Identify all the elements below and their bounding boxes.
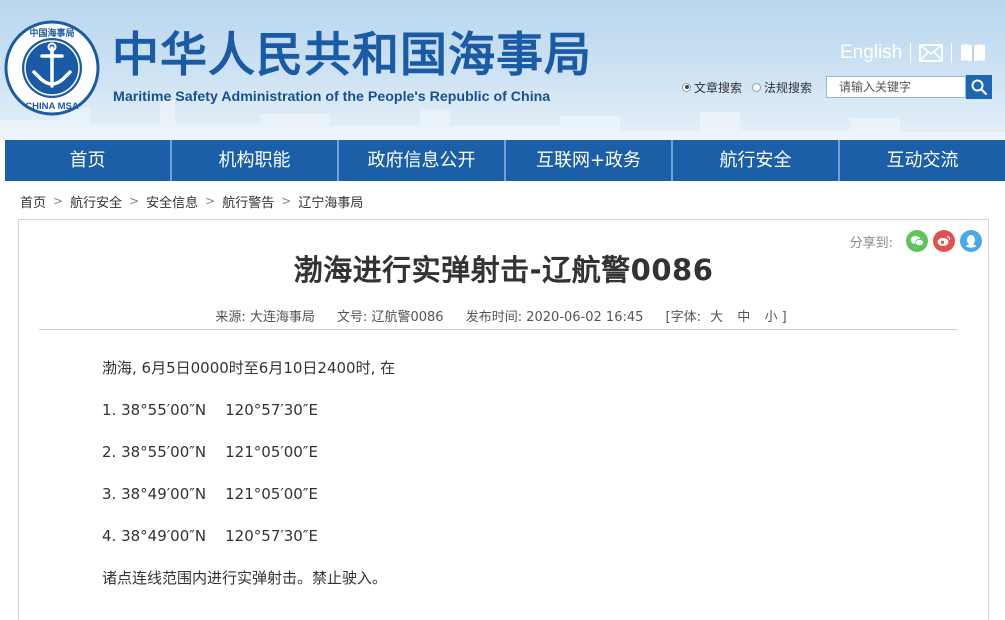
radio-article-search[interactable]: 文章搜索 — [682, 79, 742, 96]
article-paragraph: 2. 38°55′00″N 121°05′00″E — [102, 443, 318, 461]
logo-en-text: CHINA MSA — [25, 101, 79, 112]
radio-article-label: 文章搜索 — [694, 80, 743, 95]
msa-logo[interactable]: 中国海事局 CHINA MSA — [4, 20, 100, 116]
chevron-right-icon: > — [281, 194, 292, 208]
search-icon — [971, 79, 988, 95]
breadcrumb-navigation-safety[interactable]: 航行安全 — [70, 192, 122, 211]
article-publish-time: 发布时间: 2020-06-02 16:45 — [465, 310, 644, 325]
logo-cn-text: 中国海事局 — [29, 27, 74, 39]
search-input[interactable] — [826, 76, 967, 98]
nav-item-gov-info[interactable]: 政府信息公开 — [339, 140, 506, 181]
article-body: 渤海, 6月5日0000时至6月10日2400时, 在 1. 38°55′00″… — [102, 357, 395, 609]
search-button[interactable] — [966, 75, 993, 99]
article-paragraph: 1. 38°55′00″N 120°57′30″E — [102, 401, 318, 419]
radio-dot — [752, 82, 762, 92]
chevron-right-icon: > — [53, 194, 64, 208]
font-size-label: [字体: — [665, 310, 701, 325]
article-paragraph: 渤海, 6月5日0000时至6月10日2400时, 在 — [102, 359, 396, 377]
article-doc-no: 文号: 辽航警0086 — [336, 310, 444, 325]
nav-item-interaction[interactable]: 互动交流 — [840, 140, 1005, 181]
radio-law-label: 法规搜索 — [764, 80, 813, 95]
radio-dot — [682, 82, 691, 92]
article-panel: 分享到: 渤海进行实弹射击-辽航警0086 来源: 大连海事局 文号: 辽航警0… — [18, 219, 989, 620]
english-link[interactable]: English — [840, 42, 902, 64]
main-nav: 首页 机构职能 政府信息公开 互联网+政务 航行安全 互动交流 — [5, 140, 1005, 181]
radio-law-search[interactable]: 法规搜索 — [752, 79, 812, 96]
divider — [951, 43, 953, 63]
font-size-medium-button[interactable]: 中 — [737, 310, 750, 325]
site-title: 中华人民共和国海事局 — [112, 28, 592, 83]
breadcrumb-safety-info[interactable]: 安全信息 — [146, 192, 198, 211]
article-paragraph: 3. 38°49′00″N 121°05′00″E — [102, 485, 318, 503]
mail-icon[interactable] — [919, 44, 944, 62]
site-subtitle: Maritime Safety Administration of the Pe… — [113, 89, 551, 105]
nav-item-internet-gov[interactable]: 互联网+政务 — [506, 140, 673, 181]
top-links: English — [840, 40, 986, 66]
font-size-large-button[interactable]: 大 — [710, 310, 723, 325]
chevron-right-icon: > — [205, 194, 216, 208]
article-paragraph: 诸点连线范围内进行实弹射击。禁止驶入。 — [102, 569, 388, 587]
nav-item-functions[interactable]: 机构职能 — [172, 140, 339, 181]
chevron-right-icon: > — [129, 194, 140, 208]
article-source: 来源: 大连海事局 — [215, 310, 315, 325]
site-header: 中国海事局 CHINA MSA 中华人民共和国海事局 Maritime Safe… — [0, 0, 1005, 140]
nav-item-home[interactable]: 首页 — [5, 140, 172, 181]
divider — [910, 43, 912, 63]
divider — [39, 329, 958, 330]
breadcrumb: 首页 > 航行安全 > 安全信息 > 航行警告 > 辽宁海事局 — [20, 192, 363, 211]
breadcrumb-home[interactable]: 首页 — [20, 192, 46, 211]
article-title: 渤海进行实弹射击-辽航警0086 — [293, 253, 714, 287]
article-meta: 来源: 大连海事局 文号: 辽航警0086 发布时间: 2020-06-02 1… — [19, 306, 988, 325]
book-icon[interactable] — [960, 43, 986, 63]
breadcrumb-liaoning-msa[interactable]: 辽宁海事局 — [298, 192, 363, 211]
search-area: 文章搜索 法规搜索 — [682, 75, 993, 99]
breadcrumb-warnings[interactable]: 航行警告 — [222, 192, 274, 211]
font-size-control: [字体: 大 中 小 ] — [666, 310, 792, 325]
font-size-small-button[interactable]: 小 ] — [764, 310, 786, 325]
nav-item-navigation-safety[interactable]: 航行安全 — [673, 140, 840, 181]
article-paragraph: 4. 38°49′00″N 120°57′30″E — [102, 527, 318, 545]
